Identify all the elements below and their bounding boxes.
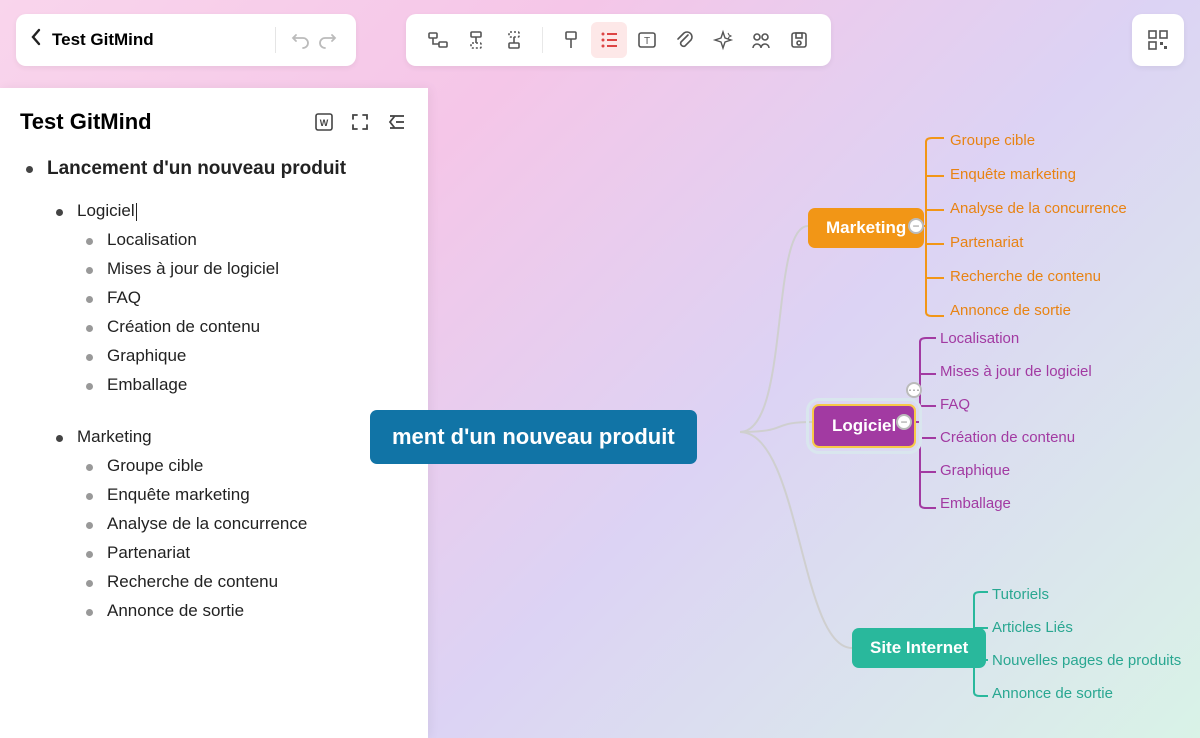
tree-leaf[interactable]: Emballage bbox=[86, 375, 412, 395]
format-icon[interactable] bbox=[553, 22, 589, 58]
tree-leaf[interactable]: Analyse de la concurrence bbox=[86, 514, 412, 534]
topic-after-icon[interactable] bbox=[496, 22, 532, 58]
tree-leaf[interactable]: Annonce de sortie bbox=[86, 601, 412, 621]
leaf-node[interactable]: Annonce de sortie bbox=[992, 685, 1113, 702]
tree-leaf[interactable]: Localisation bbox=[86, 230, 412, 250]
bullet-icon bbox=[86, 296, 93, 303]
leaf-node[interactable]: FAQ bbox=[940, 396, 970, 413]
leaf-node[interactable]: Localisation bbox=[940, 330, 1019, 347]
subtopic-icon[interactable] bbox=[420, 22, 456, 58]
attachment-icon[interactable] bbox=[667, 22, 703, 58]
bullet-icon bbox=[86, 383, 93, 390]
qr-icon bbox=[1147, 29, 1169, 51]
collapse-toggle[interactable]: ⋯ bbox=[906, 382, 922, 398]
collapse-toggle[interactable]: − bbox=[896, 414, 912, 430]
qr-button[interactable] bbox=[1132, 14, 1184, 66]
root-node[interactable]: ment d'un nouveau produit bbox=[370, 410, 697, 464]
text-icon[interactable]: T bbox=[629, 22, 665, 58]
leaf-node[interactable]: Enquête marketing bbox=[950, 166, 1076, 183]
leaf-node[interactable]: Nouvelles pages de produits bbox=[992, 652, 1181, 669]
bullet-icon bbox=[86, 580, 93, 587]
title-toolbar: Test GitMind bbox=[16, 14, 356, 66]
tree-leaf[interactable]: Partenariat bbox=[86, 543, 412, 563]
leaf-node[interactable]: Groupe cible bbox=[950, 132, 1035, 149]
share-icon[interactable] bbox=[743, 22, 779, 58]
tree-leaf[interactable]: Création de contenu bbox=[86, 317, 412, 337]
bullet-icon bbox=[86, 267, 93, 274]
tree-root[interactable]: Lancement d'un nouveau produit bbox=[26, 158, 412, 192]
svg-text:T: T bbox=[644, 36, 650, 47]
branch-site[interactable]: Site Internet bbox=[852, 628, 986, 668]
branch-marketing[interactable]: Marketing bbox=[808, 208, 924, 248]
outline-icon[interactable] bbox=[591, 22, 627, 58]
tree-leaf[interactable]: Groupe cible bbox=[86, 456, 412, 476]
bullet-icon bbox=[56, 435, 63, 442]
bullet-icon bbox=[86, 609, 93, 616]
main-toolbar: T bbox=[406, 14, 831, 66]
tree-branch[interactable]: Logiciel bbox=[56, 201, 412, 221]
ai-icon[interactable] bbox=[705, 22, 741, 58]
collapse-toggle[interactable]: − bbox=[908, 218, 924, 234]
leaf-node[interactable]: Annonce de sortie bbox=[950, 302, 1071, 319]
bullet-icon bbox=[86, 551, 93, 558]
back-button[interactable] bbox=[30, 28, 42, 52]
bullet-icon bbox=[86, 354, 93, 361]
leaf-node[interactable]: Mises à jour de logiciel bbox=[940, 363, 1092, 380]
redo-button[interactable] bbox=[314, 26, 342, 54]
bullet-icon bbox=[26, 166, 33, 173]
leaf-node[interactable]: Analyse de la concurrence bbox=[950, 200, 1127, 217]
leaf-node[interactable]: Partenariat bbox=[950, 234, 1023, 251]
leaf-node[interactable]: Articles Liés bbox=[992, 619, 1073, 636]
outline-tree: Lancement d'un nouveau produit Logiciel L… bbox=[20, 158, 412, 644]
tree-leaf[interactable]: Recherche de contenu bbox=[86, 572, 412, 592]
bullet-icon bbox=[86, 493, 93, 500]
leaf-node[interactable]: Emballage bbox=[940, 495, 1011, 512]
tree-leaf[interactable]: Graphique bbox=[86, 346, 412, 366]
save-icon[interactable] bbox=[781, 22, 817, 58]
bullet-icon bbox=[56, 209, 63, 216]
bullet-icon bbox=[86, 238, 93, 245]
tree-leaf[interactable]: Enquête marketing bbox=[86, 485, 412, 505]
leaf-node[interactable]: Création de contenu bbox=[940, 429, 1075, 446]
tree-leaf[interactable]: Mises à jour de logiciel bbox=[86, 259, 412, 279]
tree-branch[interactable]: Marketing bbox=[56, 427, 412, 447]
bullet-icon bbox=[86, 522, 93, 529]
collapse-icon[interactable] bbox=[380, 106, 412, 138]
separator bbox=[542, 27, 543, 53]
outline-title[interactable]: Test GitMind bbox=[20, 109, 304, 135]
separator bbox=[275, 27, 276, 53]
outline-panel: Test GitMind W Lancement d'un nouveau pr… bbox=[0, 88, 428, 738]
leaf-node[interactable]: Graphique bbox=[940, 462, 1010, 479]
bullet-icon bbox=[86, 325, 93, 332]
tree-leaf[interactable]: FAQ bbox=[86, 288, 412, 308]
leaf-node[interactable]: Tutoriels bbox=[992, 586, 1049, 603]
leaf-node[interactable]: Recherche de contenu bbox=[950, 268, 1101, 285]
svg-text:W: W bbox=[320, 118, 329, 128]
undo-button[interactable] bbox=[286, 26, 314, 54]
export-word-icon[interactable]: W bbox=[308, 106, 340, 138]
document-title[interactable]: Test GitMind bbox=[52, 30, 265, 50]
topic-before-icon[interactable] bbox=[458, 22, 494, 58]
fullscreen-icon[interactable] bbox=[344, 106, 376, 138]
bullet-icon bbox=[86, 464, 93, 471]
